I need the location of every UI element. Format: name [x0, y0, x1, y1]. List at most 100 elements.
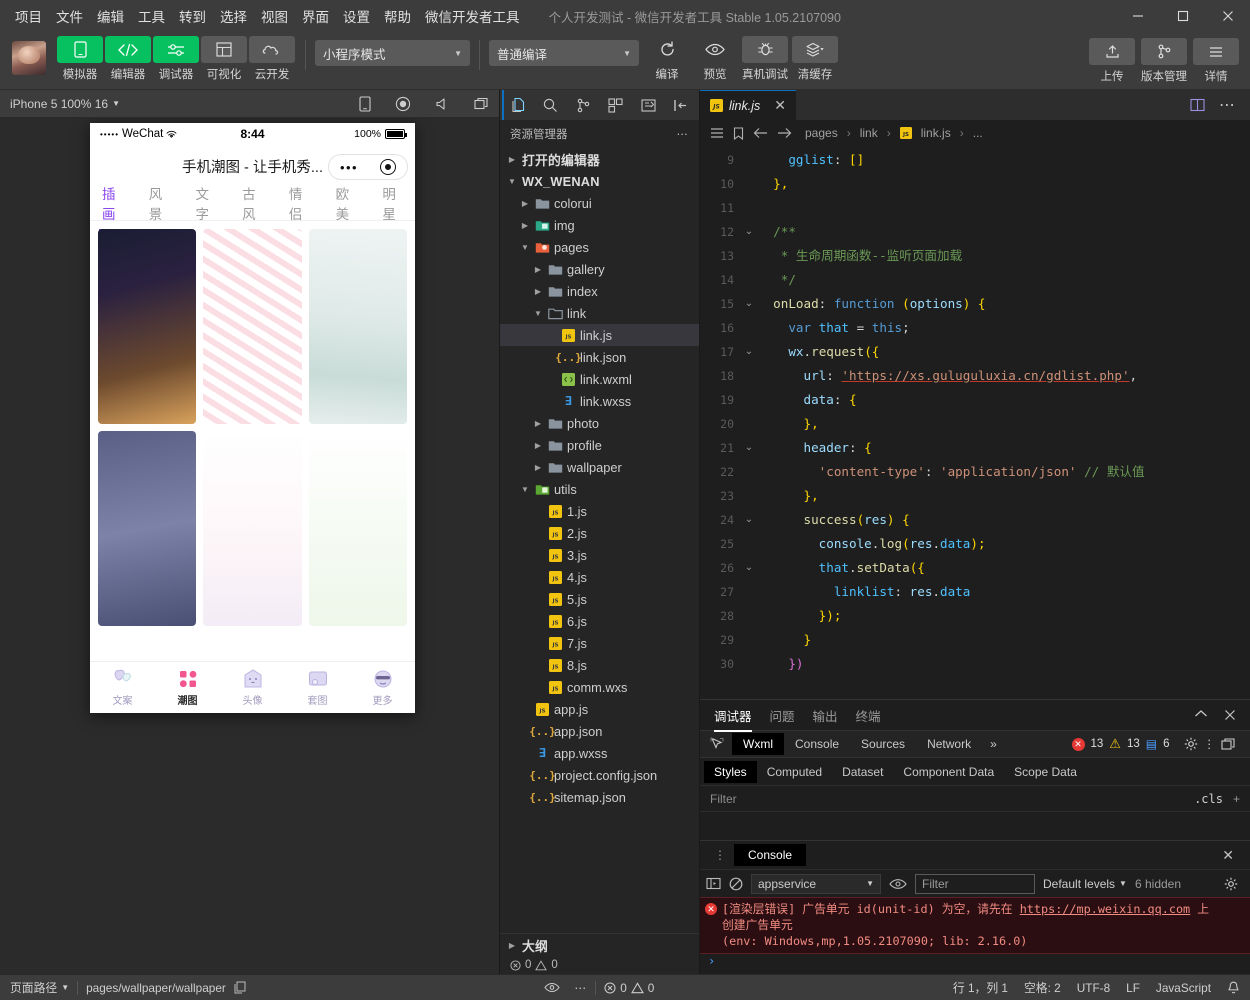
- styles-tab-3[interactable]: Component Data: [893, 761, 1004, 783]
- breadcrumb-item-pages[interactable]: pages: [805, 126, 838, 140]
- source-control-icon[interactable]: [567, 90, 600, 120]
- files-icon[interactable]: [502, 90, 535, 120]
- console-tab[interactable]: Console: [734, 844, 807, 866]
- eye-icon[interactable]: [889, 878, 907, 890]
- device-selector[interactable]: iPhone 5 100% 16 ▼: [10, 97, 120, 111]
- tree-section-0[interactable]: ▶ 打开的编辑器: [500, 148, 699, 170]
- tree-item-7.js[interactable]: JS 7.js: [500, 632, 699, 654]
- toolbar-button-real-device-debug[interactable]: 真机调试: [739, 36, 791, 82]
- extensions-icon[interactable]: [600, 90, 633, 120]
- more-actions-icon[interactable]: ⋯: [677, 127, 690, 141]
- tree-item-project.config.json[interactable]: {..} project.config.json: [500, 764, 699, 786]
- toolbar-button-simulator[interactable]: 模拟器: [56, 36, 104, 82]
- wxml-icon[interactable]: [632, 90, 665, 120]
- code-editor[interactable]: 9 10 11 12 13 14 15 16 17 18 19 20 21 22 23 24 25 26 27 28 2…: [700, 146, 1250, 699]
- menu-item-3[interactable]: 工具: [131, 3, 172, 29]
- console-levels-select[interactable]: Default levels ▼: [1043, 877, 1127, 891]
- page-path-selector[interactable]: 页面路径 ▼: [10, 979, 69, 996]
- tree-item-5.js[interactable]: JS 5.js: [500, 588, 699, 610]
- split-editor-icon[interactable]: [1190, 98, 1205, 112]
- breadcrumb-item-file[interactable]: link.js: [921, 126, 951, 140]
- language-mode[interactable]: JavaScript: [1156, 981, 1211, 995]
- console-context-select[interactable]: appservice ▼: [751, 873, 881, 894]
- fold-chevron-icon[interactable]: ⌄: [740, 340, 758, 364]
- styles-tab-1[interactable]: Computed: [757, 761, 832, 783]
- tree-item-app.js[interactable]: JS app.js: [500, 698, 699, 720]
- clear-console-icon[interactable]: [729, 877, 743, 891]
- tree-item-index[interactable]: ▶ index: [500, 280, 699, 302]
- phone-tab-潮图[interactable]: 潮图: [155, 662, 220, 713]
- close-icon[interactable]: ✕: [1222, 847, 1244, 864]
- toolbar-button-editor[interactable]: 编辑器: [104, 36, 152, 82]
- tree-item-4.js[interactable]: JS 4.js: [500, 566, 699, 588]
- fold-chevron-icon[interactable]: ⌄: [740, 292, 758, 316]
- toolbar-button-details[interactable]: 详情: [1190, 38, 1242, 84]
- tree-section-1[interactable]: ▼ WX_WENAN: [500, 170, 699, 192]
- close-button[interactable]: [1205, 0, 1250, 32]
- close-icon[interactable]: ✕: [774, 97, 786, 114]
- settings-gear-icon[interactable]: [1184, 737, 1198, 751]
- devtools-tab-network[interactable]: Network: [916, 733, 982, 755]
- fold-chevron-icon[interactable]: ⌄: [740, 436, 758, 460]
- menu-item-10[interactable]: 微信开发者工具: [418, 3, 527, 29]
- devtools-tab-sources[interactable]: Sources: [850, 733, 916, 755]
- tree-item-link[interactable]: ▼ link: [500, 302, 699, 324]
- tree-item-app.wxss[interactable]: ∃ app.wxss: [500, 742, 699, 764]
- avatar[interactable]: [12, 41, 46, 75]
- tree-item-sitemap.json[interactable]: {..} sitemap.json: [500, 786, 699, 808]
- explorer-problems[interactable]: 00: [500, 956, 699, 974]
- menu-item-5[interactable]: 选择: [213, 3, 254, 29]
- image-grid-cell[interactable]: [308, 431, 407, 626]
- tree-item-2.js[interactable]: JS 2.js: [500, 522, 699, 544]
- more-actions-icon[interactable]: ⋯: [1219, 95, 1236, 115]
- image-grid-cell[interactable]: [308, 229, 407, 424]
- styles-tab-2[interactable]: Dataset: [832, 761, 893, 783]
- tree-item-app.json[interactable]: {..} app.json: [500, 720, 699, 742]
- capsule-more-icon[interactable]: •••: [340, 160, 358, 175]
- tree-item-8.js[interactable]: JS 8.js: [500, 654, 699, 676]
- outline-icon[interactable]: [710, 127, 724, 139]
- phone-tab-头像[interactable]: 头像: [220, 662, 285, 713]
- menu-item-6[interactable]: 视图: [254, 3, 295, 29]
- tree-item-gallery[interactable]: ▶ gallery: [500, 258, 699, 280]
- phone-tab-套图[interactable]: 套图: [285, 662, 350, 713]
- category-tab-4[interactable]: 情侣: [289, 183, 310, 225]
- drawer-more-icon[interactable]: ⋮: [706, 848, 734, 862]
- image-grid-cell[interactable]: [203, 431, 302, 626]
- cls-button[interactable]: .cls: [1194, 792, 1223, 806]
- category-tab-5[interactable]: 欧美: [336, 183, 357, 225]
- menu-item-0[interactable]: 项目: [8, 3, 49, 29]
- toolbar-button-clear-cache[interactable]: 清缓存: [791, 36, 839, 82]
- image-grid-cell[interactable]: [203, 229, 302, 424]
- styles-filter-input[interactable]: Filter: [710, 792, 737, 806]
- breadcrumb-item-link[interactable]: link: [860, 126, 878, 140]
- settings-gear-icon[interactable]: [1224, 877, 1244, 891]
- tree-item-img[interactable]: ▶ img: [500, 214, 699, 236]
- editor-tab-link-js[interactable]: JS link.js ✕: [700, 90, 796, 120]
- phone-tab-文案[interactable]: 文案: [90, 662, 155, 713]
- phone-rotate-icon[interactable]: [359, 95, 371, 112]
- toolbar-button-visual[interactable]: 可视化: [200, 36, 248, 82]
- tree-item-pages[interactable]: ▼ pages: [500, 236, 699, 258]
- devtools-tab-console[interactable]: Console: [784, 733, 850, 755]
- encoding[interactable]: UTF-8: [1077, 981, 1110, 995]
- inspect-element-icon[interactable]: [706, 737, 732, 751]
- menu-item-2[interactable]: 编辑: [90, 3, 131, 29]
- toolbar-button-preview[interactable]: 预览: [691, 36, 739, 82]
- collapse-icon[interactable]: [665, 90, 698, 120]
- debugger-panel-tab-3[interactable]: 终端: [856, 706, 881, 725]
- fold-chevron-icon[interactable]: ⌄: [740, 508, 758, 532]
- tree-item-6.js[interactable]: JS 6.js: [500, 610, 699, 632]
- menu-item-1[interactable]: 文件: [49, 3, 90, 29]
- styles-tab-0[interactable]: Styles: [704, 760, 757, 783]
- line-ending[interactable]: LF: [1126, 981, 1140, 995]
- minimize-button[interactable]: [1115, 0, 1160, 32]
- image-grid-cell[interactable]: [98, 229, 197, 424]
- collapse-icon[interactable]: [1194, 709, 1208, 721]
- wechat-capsule[interactable]: •••: [328, 154, 408, 180]
- code-content[interactable]: gglist: [] }, /** * 生命周期函数--监听页面加载 */ on…: [758, 146, 1250, 699]
- debugger-panel-tab-1[interactable]: 问题: [770, 706, 795, 725]
- tree-item-profile[interactable]: ▶ profile: [500, 434, 699, 456]
- fold-chevron-icon[interactable]: ⌄: [740, 220, 758, 244]
- menu-item-9[interactable]: 帮助: [377, 3, 418, 29]
